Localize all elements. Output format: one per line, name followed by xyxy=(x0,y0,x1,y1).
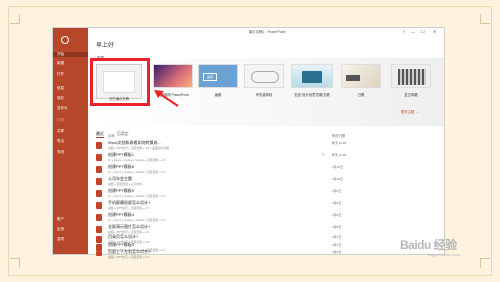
sidebar-item-save-as[interactable]: 另存为 xyxy=(57,106,85,111)
help-icon[interactable]: ? xyxy=(403,29,405,34)
template-caption: 环形装饰线 xyxy=(255,93,273,97)
template-thumbnail xyxy=(391,64,431,88)
powerpoint-file-icon xyxy=(96,142,102,149)
file-date: 3月10日 xyxy=(332,177,344,181)
sidebar-item-close[interactable]: 关闭 xyxy=(57,150,85,155)
file-date: 3月15日 xyxy=(332,165,344,169)
powerpoint-file-icon xyxy=(96,178,102,185)
minimize-icon[interactable]: — xyxy=(411,29,415,34)
greeting-heading: 早上好 xyxy=(96,43,115,49)
file-path: 桌面 » 百度经验 » 公司文件 xyxy=(108,182,143,186)
baidu-watermark-url: jingyan.baidu.com xyxy=(428,252,461,257)
template-caption: 画廊 xyxy=(214,93,222,97)
list-item[interactable]: 页面上下左右怎么对齐? 桌面 » PPT技巧 » 百度经验 » 2.4 3月6日 xyxy=(96,249,346,259)
maximize-icon[interactable]: ☐ xyxy=(421,29,425,34)
template-thumb-text: 画廊 xyxy=(203,73,217,81)
sidebar-item-feedback[interactable]: 反馈 xyxy=(57,227,85,232)
file-date: 3月9日 xyxy=(332,189,342,193)
file-date: 昨天 11:05 xyxy=(332,153,347,157)
tab-recent[interactable]: 最近 xyxy=(96,131,104,138)
template-caption: 包含“设计创意”的新文稿 xyxy=(294,93,330,97)
template-thumbnail xyxy=(153,64,193,88)
template-thumbnail xyxy=(291,64,333,88)
sidebar-item-new[interactable]: 新建 xyxy=(57,61,85,66)
sidebar-item-save[interactable]: 保存 xyxy=(57,96,85,101)
crop-mark xyxy=(480,14,490,24)
file-date: 3月8日 xyxy=(332,225,342,229)
file-date: 3月7日 xyxy=(332,243,342,247)
sidebar-item-export[interactable]: 导出 xyxy=(57,139,85,144)
sidebar-item-print[interactable]: 打印 xyxy=(57,118,85,123)
sidebar-item-open[interactable]: 打开 xyxy=(57,72,85,77)
file-path: D: » Users » Surlaq » Videos » 百度经验 » 2.… xyxy=(108,218,166,222)
template-sunlight[interactable]: 日照 xyxy=(341,64,381,114)
close-icon[interactable]: ✕ xyxy=(433,29,436,34)
template-gallery[interactable]: 画廊 画廊 xyxy=(198,64,238,114)
file-tabs: 最近 已固定 xyxy=(96,122,136,140)
template-caption: 复古风格 xyxy=(404,93,418,97)
powerpoint-file-icon xyxy=(96,190,102,197)
sidebar-item-account[interactable]: 账户 xyxy=(57,217,85,222)
file-path: D: » Users » Surlaq » Videos » 百度经验 » 2.… xyxy=(108,170,166,174)
template-design-ideas[interactable]: 包含“设计创意”的新文稿 xyxy=(291,64,333,114)
template-thumbnail: 画廊 xyxy=(198,64,238,88)
sidebar-item-info[interactable]: 信息 xyxy=(57,86,85,91)
powerpoint-file-icon xyxy=(96,226,102,233)
sidebar-item-share[interactable]: 共享 xyxy=(57,129,85,134)
file-date: 3月8日 xyxy=(332,213,342,217)
file-date: 3月9日 xyxy=(332,201,342,205)
powerpoint-file-icon xyxy=(96,154,102,161)
back-arrow-icon[interactable] xyxy=(61,36,69,44)
window-title: 演示文稿1 - PowerPoint xyxy=(248,30,286,34)
file-path: D: » Users » Surlaq » Videos » 百度经验 » 2.… xyxy=(108,194,166,198)
blank-template-highlight-box xyxy=(90,58,150,106)
file-date: 昨天 11:35 xyxy=(332,141,347,145)
template-thumbnail xyxy=(244,64,284,88)
backstage-sidebar: 开始 新建 打开 信息 保存 另存为 打印 共享 导出 关闭 账户 反馈 选项 xyxy=(53,28,88,254)
pin-icon[interactable]: ✎ xyxy=(322,153,325,157)
file-date: 3月6日 xyxy=(332,250,342,254)
column-header-modified: 修改日期 xyxy=(332,134,346,138)
file-path: 桌面 » PPT技巧 » 百度经验 » 2.8 » 桌面演示文稿 xyxy=(108,146,169,150)
sidebar-item-home[interactable]: 开始 xyxy=(53,52,88,57)
crop-mark xyxy=(480,258,490,268)
tab-pinned[interactable]: 已固定 xyxy=(116,131,128,137)
template-retro[interactable]: 复古风格 xyxy=(391,64,431,114)
file-path: 桌面 » PPT技巧 » 百度经验 » 2.4 xyxy=(108,255,150,259)
baidu-watermark-logo: Baidu 经验 xyxy=(400,238,457,252)
file-path: 桌面 » PPT技巧 » 百度经验 » 2.7 xyxy=(108,206,150,210)
column-header-name: 名称 xyxy=(108,134,115,138)
powerpoint-file-icon xyxy=(96,202,102,209)
crop-mark xyxy=(10,258,20,268)
red-arrow-icon xyxy=(154,90,179,107)
powerpoint-file-icon xyxy=(96,214,102,221)
file-path: D: » Users » Surlaq » Videos » 百度经验 » 2.… xyxy=(108,158,166,162)
powerpoint-file-icon xyxy=(96,166,102,173)
sidebar-item-options[interactable]: 选项 xyxy=(57,237,85,242)
crop-mark xyxy=(10,14,20,24)
template-thumbnail xyxy=(341,64,381,88)
powerpoint-file-icon xyxy=(96,251,102,256)
file-date: 3月7日 xyxy=(332,235,342,239)
template-circuit[interactable]: 环形装饰线 xyxy=(244,64,284,114)
template-caption: 日照 xyxy=(357,93,365,97)
more-themes-link[interactable]: 更多主题 → xyxy=(401,109,418,114)
